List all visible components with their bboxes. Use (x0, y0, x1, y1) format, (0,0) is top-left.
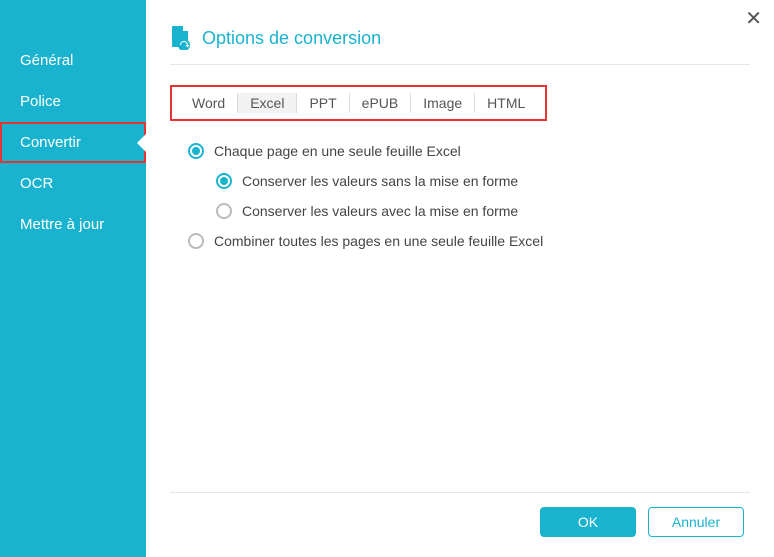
document-convert-icon (170, 26, 192, 50)
sidebar-item-police[interactable]: Police (0, 81, 146, 122)
sub-option-with-format[interactable]: Conserver les valeurs avec la mise en fo… (216, 203, 750, 219)
main-panel: ✕ Options de conversion Word Excel PPT e… (146, 0, 774, 557)
format-tabs: Word Excel PPT ePUB Image HTML (170, 85, 547, 121)
sidebar-item-convertir[interactable]: Convertir (0, 122, 146, 163)
tab-html[interactable]: HTML (474, 93, 537, 113)
option-label: Conserver les valeurs avec la mise en fo… (242, 203, 518, 219)
tab-ppt[interactable]: PPT (296, 93, 348, 113)
option-label: Conserver les valeurs sans la mise en fo… (242, 173, 518, 189)
option-combine-pages[interactable]: Combiner toutes les pages en une seule f… (188, 233, 750, 249)
sidebar-item-update[interactable]: Mettre à jour (0, 204, 146, 245)
tab-excel[interactable]: Excel (237, 93, 296, 113)
sidebar-item-ocr[interactable]: OCR (0, 163, 146, 204)
app-window: Général Police Convertir OCR Mettre à jo… (0, 0, 774, 557)
radio-icon[interactable] (188, 143, 204, 159)
option-label: Combiner toutes les pages en une seule f… (214, 233, 543, 249)
tab-word[interactable]: Word (180, 93, 237, 113)
radio-icon[interactable] (216, 173, 232, 189)
tab-epub[interactable]: ePUB (349, 93, 411, 113)
sidebar-item-general[interactable]: Général (0, 40, 146, 81)
option-label: Chaque page en une seule feuille Excel (214, 143, 461, 159)
panel-title: Options de conversion (202, 28, 381, 49)
excel-options: Chaque page en une seule feuille Excel C… (170, 143, 750, 249)
header-divider (170, 64, 750, 65)
tab-image[interactable]: Image (410, 93, 474, 113)
option-each-page[interactable]: Chaque page en une seule feuille Excel (188, 143, 750, 159)
radio-icon[interactable] (188, 233, 204, 249)
close-button[interactable]: ✕ (745, 6, 762, 31)
sidebar: Général Police Convertir OCR Mettre à jo… (0, 0, 146, 557)
ok-button[interactable]: OK (540, 507, 636, 537)
dialog-footer: OK Annuler (170, 493, 750, 547)
content-area: Word Excel PPT ePUB Image HTML Chaque pa… (170, 85, 750, 493)
radio-icon[interactable] (216, 203, 232, 219)
panel-header: Options de conversion (170, 26, 750, 50)
cancel-button[interactable]: Annuler (648, 507, 744, 537)
sub-option-no-format[interactable]: Conserver les valeurs sans la mise en fo… (216, 173, 750, 189)
sub-options: Conserver les valeurs sans la mise en fo… (188, 173, 750, 219)
